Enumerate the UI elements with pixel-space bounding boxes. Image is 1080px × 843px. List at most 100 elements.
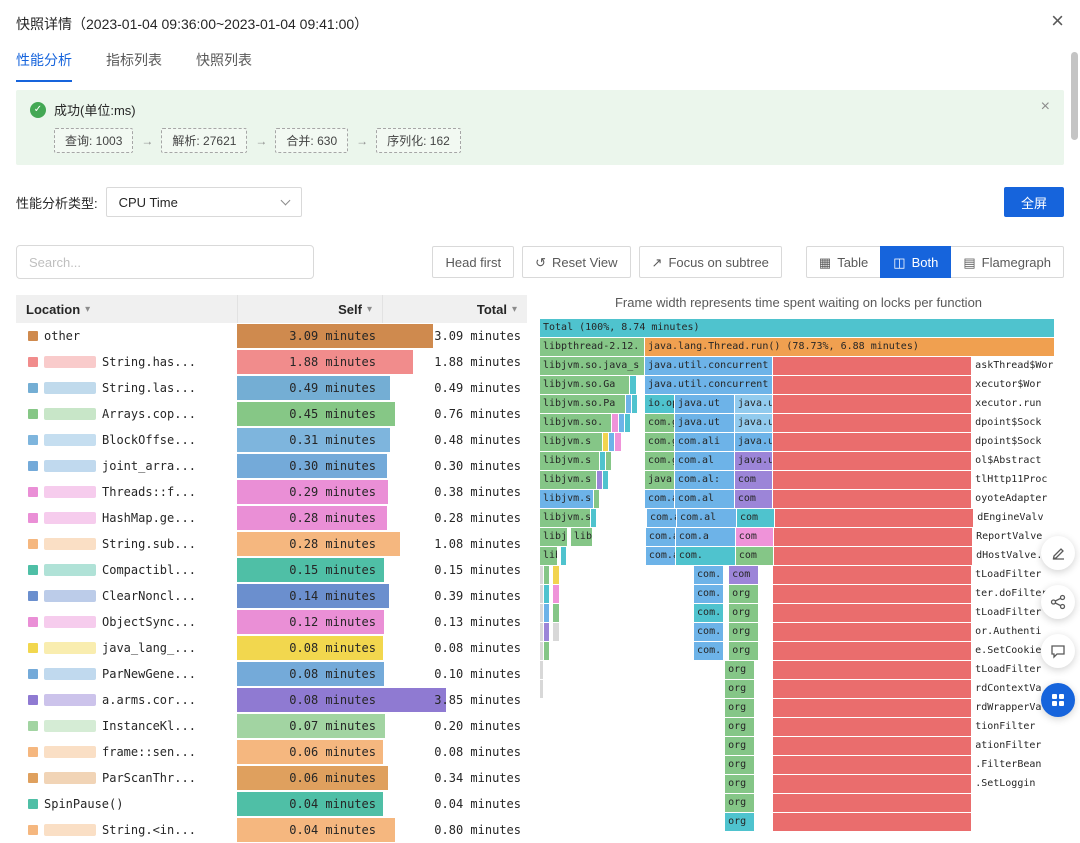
redacted-frame[interactable] xyxy=(773,585,973,603)
flame-frame[interactable]: com.go xyxy=(644,414,675,432)
flame-frame[interactable]: com. xyxy=(694,623,725,641)
flame-frame[interactable]: libjvm.s xyxy=(540,452,600,470)
flame-frame[interactable]: com.al xyxy=(647,509,677,527)
redacted-frame[interactable] xyxy=(773,718,973,736)
close-icon[interactable]: × xyxy=(1051,10,1064,32)
flame-frame[interactable]: dpoint$Sock xyxy=(972,414,1055,432)
view-mode-both[interactable]: ◫ Both xyxy=(880,246,952,278)
flame-frame[interactable]: libjvm.so.Ga xyxy=(540,376,631,394)
redacted-frame[interactable] xyxy=(773,737,973,755)
redacted-frame[interactable] xyxy=(773,813,973,831)
table-row[interactable]: String.las... 0.49 minutes 0.49 minutes xyxy=(16,375,527,401)
flame-frame[interactable]: Total (100%, 8.74 minutes) xyxy=(540,319,1055,337)
redacted-frame[interactable] xyxy=(773,623,973,641)
flame-frame[interactable]: org xyxy=(729,585,760,603)
redacted-frame[interactable] xyxy=(773,452,973,470)
flame-frame[interactable]: com.go xyxy=(644,452,675,470)
flame-frame[interactable]: org xyxy=(725,794,756,812)
flame-frame[interactable]: java.util.concurrent xyxy=(644,376,774,394)
table-row[interactable]: ClearNoncl... 0.14 minutes 0.39 minutes xyxy=(16,583,527,609)
redacted-frame[interactable] xyxy=(773,357,973,375)
apps-icon[interactable] xyxy=(1041,683,1075,717)
redacted-frame[interactable] xyxy=(773,661,973,679)
flame-frame[interactable]: .SetLoggin xyxy=(972,775,1055,793)
redacted-frame[interactable] xyxy=(773,490,973,508)
flame-frame[interactable]: com.a xyxy=(645,547,676,565)
flame-frame[interactable]: org xyxy=(725,813,756,831)
flame-frame[interactable]: com.al: xyxy=(674,471,735,489)
redacted-frame[interactable] xyxy=(773,566,973,584)
flame-frame[interactable]: com.a xyxy=(675,528,736,546)
flame-frame[interactable]: ol$Abstract xyxy=(972,452,1055,470)
table-row[interactable]: java_lang_... 0.08 minutes 0.08 minutes xyxy=(16,635,527,661)
table-row[interactable]: String.sub... 0.28 minutes 1.08 minutes xyxy=(16,531,527,557)
view-mode-table[interactable]: ▦ Table xyxy=(805,246,882,278)
flame-frame[interactable]: org xyxy=(725,699,756,717)
flame-frame[interactable]: askThread$Wor xyxy=(972,357,1055,375)
flame-frame[interactable]: libpthread-2.12. xyxy=(540,338,645,356)
flame-frame[interactable]: oyoteAdapter xyxy=(972,490,1055,508)
flame-frame[interactable]: com.al xyxy=(644,490,675,508)
flame-frame[interactable]: com. xyxy=(694,604,725,622)
flame-frame[interactable]: com xyxy=(735,547,775,565)
flame-frame[interactable]: .FilterBean xyxy=(972,756,1055,774)
analysis-type-select[interactable]: CPU Time xyxy=(105,187,302,217)
table-row[interactable]: SpinPause() 0.04 minutes 0.04 minutes xyxy=(16,791,527,817)
flame-frame[interactable]: xecutor.run xyxy=(972,395,1055,413)
table-row[interactable]: Threads::f... 0.29 minutes 0.38 minutes xyxy=(16,479,527,505)
flame-frame[interactable]: com xyxy=(735,528,775,546)
redacted-frame[interactable] xyxy=(773,642,973,660)
flame-frame[interactable]: org xyxy=(729,623,760,641)
redacted-frame[interactable] xyxy=(773,680,973,698)
flame-frame[interactable]: com xyxy=(734,471,774,489)
flame-frame[interactable]: libjvm.s xyxy=(540,433,604,451)
flame-frame[interactable]: java.util.concurrent xyxy=(644,357,774,375)
focus-on-subtree-button[interactable]: ↗ Focus on subtree xyxy=(638,246,782,278)
flame-frame[interactable]: lib xyxy=(570,528,594,546)
redacted-frame[interactable] xyxy=(773,414,973,432)
flame-frame[interactable]: java.u xyxy=(734,452,774,470)
flame-frame[interactable]: libjvm.so.java_s xyxy=(540,357,645,375)
reset-view-button[interactable]: ↺ Reset View xyxy=(522,246,631,278)
redacted-frame[interactable] xyxy=(773,756,973,774)
flame-frame[interactable]: tlHttp11Proc xyxy=(972,471,1055,489)
flame-frame[interactable]: org xyxy=(725,661,756,679)
flame-frame[interactable]: lib xyxy=(540,547,559,565)
flame-frame[interactable]: libjvm.s xyxy=(540,509,591,527)
flame-frame[interactable]: tionFilter xyxy=(972,718,1055,736)
table-row[interactable]: BlockOffse... 0.31 minutes 0.48 minutes xyxy=(16,427,527,453)
table-row[interactable]: Compactibl... 0.15 minutes 0.15 minutes xyxy=(16,557,527,583)
flame-frame[interactable]: libj xyxy=(540,528,568,546)
flame-frame[interactable]: libjvm.s xyxy=(540,471,597,489)
flame-frame[interactable]: com. xyxy=(694,585,725,603)
tab-性能分析[interactable]: 性能分析 xyxy=(16,50,72,82)
flame-frame[interactable]: org xyxy=(725,775,756,793)
table-row[interactable]: InstanceKl... 0.07 minutes 0.20 minutes xyxy=(16,713,527,739)
flame-frame[interactable]: com xyxy=(734,490,774,508)
table-row[interactable]: ParScanThr... 0.06 minutes 0.34 minutes xyxy=(16,765,527,791)
table-row[interactable]: String.<in... 0.04 minutes 0.80 minutes xyxy=(16,817,527,843)
column-header-self[interactable]: Self ▾ xyxy=(237,295,382,323)
flame-frame[interactable]: com. xyxy=(675,547,736,565)
column-header-total[interactable]: Total ▾ xyxy=(382,295,527,323)
table-row[interactable]: frame::sen... 0.06 minutes 0.08 minutes xyxy=(16,739,527,765)
view-mode-flamegraph[interactable]: ▤ Flamegraph xyxy=(950,246,1064,278)
flame-frame[interactable]: org xyxy=(729,642,760,660)
flame-frame[interactable]: xecutor$Wor xyxy=(972,376,1055,394)
edit-icon[interactable] xyxy=(1041,536,1075,570)
flame-frame[interactable]: org xyxy=(725,737,756,755)
redacted-frame[interactable] xyxy=(773,395,973,413)
banner-close-icon[interactable]: × xyxy=(1041,98,1050,116)
flame-frame[interactable]: java.u xyxy=(644,471,675,489)
flame-frame[interactable]: org xyxy=(725,718,756,736)
redacted-frame[interactable] xyxy=(773,775,973,793)
redacted-frame[interactable] xyxy=(773,471,973,489)
column-header-location[interactable]: Location ▾ xyxy=(16,295,237,323)
redacted-frame[interactable] xyxy=(773,699,973,717)
flame-frame[interactable]: java.ut xyxy=(674,414,735,432)
flame-frame[interactable]: com.ali xyxy=(674,433,735,451)
table-row[interactable]: String.has... 1.88 minutes 1.88 minutes xyxy=(16,349,527,375)
flame-frame[interactable]: java.u xyxy=(734,395,774,413)
tab-快照列表[interactable]: 快照列表 xyxy=(196,50,252,82)
flame-frame[interactable]: dpoint$Sock xyxy=(972,433,1055,451)
